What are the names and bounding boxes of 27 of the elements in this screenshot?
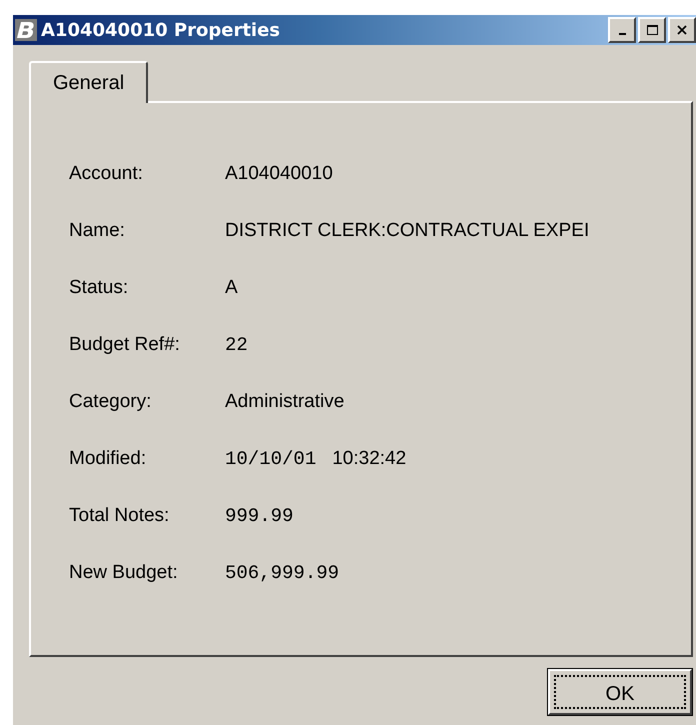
field-label: Account:	[69, 162, 144, 184]
tab[interactable]: General	[29, 61, 148, 103]
field-label: New Budget:	[69, 562, 179, 584]
field-label: Category:	[69, 390, 152, 412]
field-value: 10:32:42	[332, 448, 406, 470]
maximize-button[interactable]	[638, 17, 666, 43]
field-label: Name:	[69, 220, 126, 242]
field-label: Budget Ref#:	[69, 334, 181, 356]
window-title: A104040010 Properties	[41, 20, 282, 40]
app-logo-icon	[15, 19, 37, 41]
field-value: 999.99	[225, 504, 294, 526]
field-label: Status:	[69, 276, 130, 298]
field-value: 22	[225, 334, 248, 356]
field-value: 10/10/01	[225, 448, 316, 470]
minimize-button[interactable]	[608, 17, 636, 43]
field-value: A104040010	[225, 162, 333, 184]
field-value: DISTRICT CLERK:CONTRACTUAL EXPEI	[225, 220, 590, 242]
field-label: Total Notes:	[69, 504, 170, 526]
field-value: 506,999.99	[225, 562, 340, 584]
field-label: Modified:	[69, 448, 148, 470]
ok-button[interactable]: OK	[548, 669, 692, 715]
maximize-icon	[646, 25, 658, 35]
field-value: A	[225, 276, 238, 298]
field-value: Administrative	[225, 390, 344, 412]
minimize-icon	[618, 33, 626, 35]
close-button[interactable]	[668, 17, 696, 43]
close-icon	[677, 25, 687, 35]
